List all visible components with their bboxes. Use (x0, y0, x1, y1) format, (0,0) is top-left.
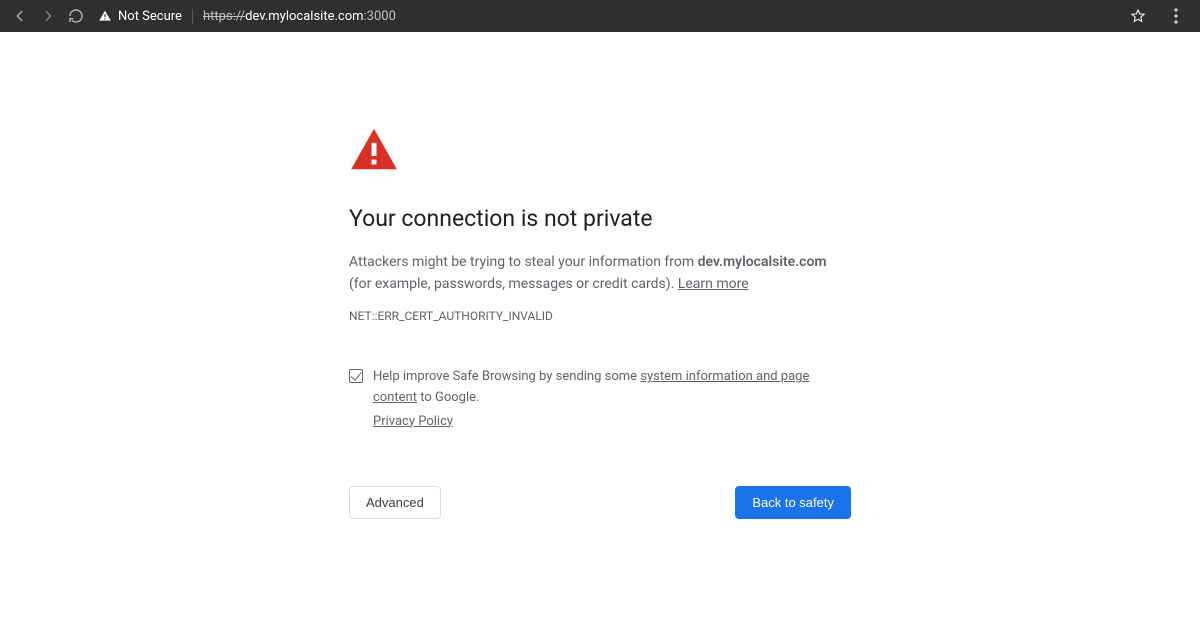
learn-more-link[interactable]: Learn more (678, 276, 749, 292)
forward-button[interactable] (34, 2, 62, 30)
back-button[interactable] (6, 2, 34, 30)
url-text: https://dev.mylocalsite.com:3000 (203, 9, 396, 24)
advanced-button[interactable]: Advanced (349, 486, 441, 519)
error-code: NET::ERR_CERT_AUTHORITY_INVALID (349, 309, 851, 323)
warning-body: Attackers might be trying to steal your … (349, 252, 851, 295)
warning-icon (349, 127, 399, 171)
reload-button[interactable] (62, 2, 90, 30)
address-bar[interactable]: Not Secure https://dev.mylocalsite.com:3… (98, 4, 1124, 28)
browser-toolbar: Not Secure https://dev.mylocalsite.com:3… (0, 0, 1200, 32)
warning-title: Your connection is not private (349, 205, 851, 232)
not-secure-label: Not Secure (118, 9, 182, 24)
warning-host: dev.mylocalsite.com (698, 254, 827, 270)
safebrowsing-optin-row: Help improve Safe Browsing by sending so… (349, 367, 851, 431)
privacy-policy-link[interactable]: Privacy Policy (373, 412, 851, 432)
optin-checkbox[interactable] (349, 369, 363, 383)
back-to-safety-button[interactable]: Back to safety (735, 486, 851, 519)
warning-triangle-icon (98, 9, 112, 23)
page-body: Your connection is not private Attackers… (0, 32, 1200, 519)
button-row: Advanced Back to safety (349, 486, 851, 519)
ssl-warning-interstitial: Your connection is not private Attackers… (349, 127, 851, 519)
security-chip[interactable]: Not Secure (98, 9, 193, 24)
bookmark-star-button[interactable] (1124, 2, 1152, 30)
browser-menu-button[interactable] (1158, 2, 1194, 30)
